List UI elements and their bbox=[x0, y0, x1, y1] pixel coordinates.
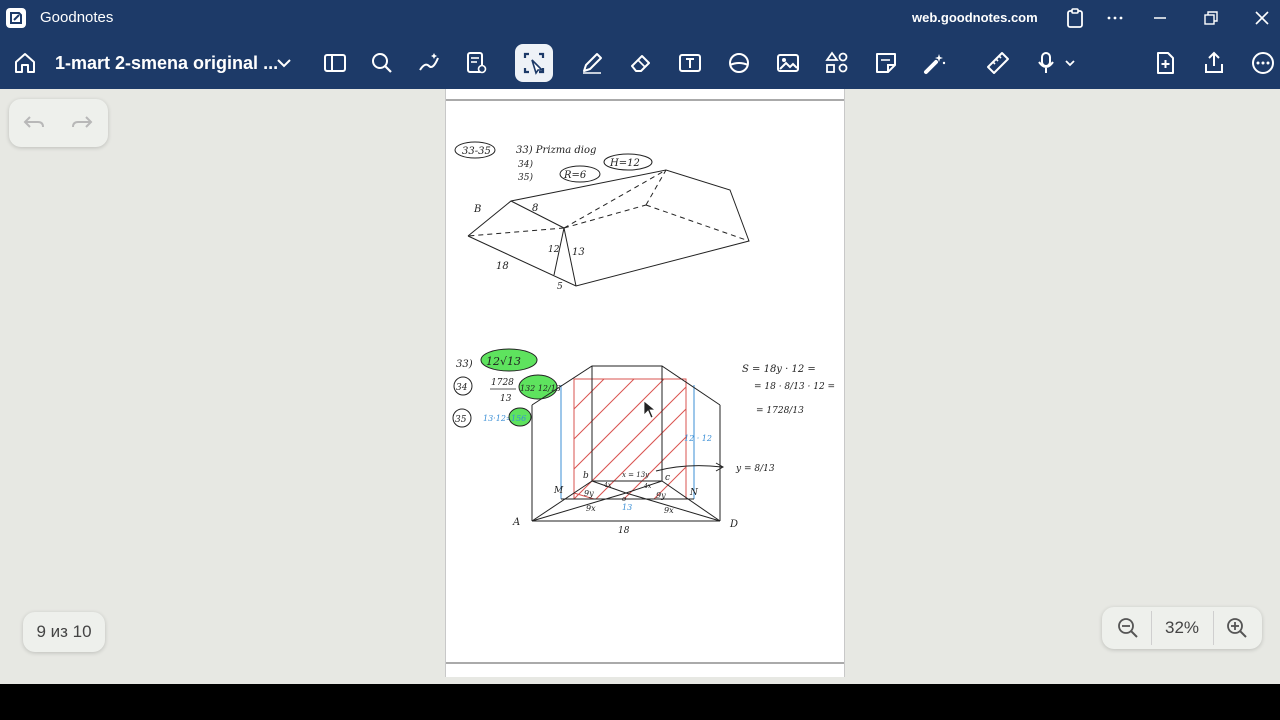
note-A: A bbox=[512, 517, 520, 528]
note-9x-right: 9x bbox=[664, 506, 674, 515]
note-eighteen-bottom: 18 bbox=[618, 526, 630, 536]
note-c: c bbox=[665, 473, 670, 483]
note-o: o bbox=[622, 495, 626, 503]
note-item35: 35) bbox=[518, 172, 533, 183]
note-4x-left: 4x bbox=[603, 482, 612, 489]
site-url: web.goodnotes.com bbox=[912, 10, 1038, 25]
elements-icon[interactable] bbox=[819, 45, 855, 81]
audio-record-icon[interactable] bbox=[1030, 45, 1082, 81]
lasso-icon[interactable] bbox=[515, 44, 553, 82]
close-icon[interactable] bbox=[1247, 6, 1277, 30]
note-M: M bbox=[553, 486, 564, 496]
note-9y-right: 9y bbox=[656, 491, 666, 500]
note-range: 33-35 bbox=[462, 146, 491, 157]
zoom-level[interactable]: 32% bbox=[1152, 618, 1212, 638]
note-thirteen-bottom: 13 bbox=[622, 503, 632, 512]
ruler-icon[interactable] bbox=[980, 45, 1016, 81]
note-b: b bbox=[583, 471, 589, 481]
share-icon[interactable] bbox=[1196, 45, 1232, 81]
app-name: Goodnotes bbox=[40, 9, 114, 26]
note-9y-left: 9y bbox=[584, 489, 594, 498]
more-icon[interactable] bbox=[1245, 45, 1280, 81]
text-icon[interactable] bbox=[672, 45, 708, 81]
eraser-icon[interactable] bbox=[623, 45, 659, 81]
zoom-in-icon[interactable] bbox=[1225, 616, 1249, 640]
note-f35: 13·12= bbox=[483, 414, 513, 423]
note-s-line1: S = 18y · 12 = bbox=[742, 364, 816, 375]
note-f34-num: 1728 bbox=[491, 378, 514, 388]
chevron-down-icon[interactable] bbox=[266, 45, 302, 81]
clipboard-icon[interactable] bbox=[1060, 6, 1090, 30]
note-s-line3: = 1728/13 bbox=[756, 406, 804, 416]
note-thirteen: 13 bbox=[572, 247, 585, 258]
document-title[interactable]: 1-mart 2-smena original ... bbox=[55, 53, 278, 74]
note-five: 5 bbox=[557, 282, 563, 292]
canvas-area[interactable]: 33-35 33) Prizma diog 34) 35) R=6 H=12 B bbox=[0, 89, 1280, 684]
zoom-separator bbox=[1213, 611, 1214, 645]
goodnotes-logo-icon bbox=[6, 8, 26, 28]
notebook-page[interactable]: 33-35 33) Prizma diog 34) 35) R=6 H=12 B bbox=[445, 89, 845, 677]
search-icon[interactable] bbox=[364, 45, 400, 81]
zoom-out-icon[interactable] bbox=[1116, 616, 1140, 640]
add-page-icon[interactable] bbox=[1147, 45, 1183, 81]
note-N: N bbox=[689, 488, 699, 498]
sidebar-icon[interactable] bbox=[317, 45, 353, 81]
bottom-black-bar bbox=[0, 684, 1280, 720]
note-x-eq: x = 13y bbox=[622, 471, 650, 479]
note-r: R=6 bbox=[563, 170, 587, 181]
note-9x-left: 9x bbox=[586, 504, 596, 513]
note-n34: 34 bbox=[456, 383, 468, 393]
note-label-1212: 12 · 12 bbox=[684, 434, 712, 443]
note-eight: 8 bbox=[532, 203, 538, 214]
note-item34: 34) bbox=[518, 159, 533, 170]
read-only-icon[interactable] bbox=[458, 45, 494, 81]
note-a35: 156 bbox=[511, 414, 526, 423]
laser-pointer-icon[interactable] bbox=[917, 45, 953, 81]
note-twelve: 12 bbox=[548, 245, 560, 255]
zoom-control: 32% bbox=[1102, 607, 1262, 649]
sticky-note-icon[interactable] bbox=[868, 45, 904, 81]
undo-icon[interactable] bbox=[21, 111, 47, 135]
note-h: H=12 bbox=[609, 158, 640, 169]
note-s-line2: = 18 · 8/13 · 12 = bbox=[754, 382, 835, 392]
pen-icon[interactable] bbox=[574, 45, 610, 81]
main-toolbar: 1-mart 2-smena original ... bbox=[0, 36, 1280, 89]
note-n33: 33) bbox=[456, 359, 473, 370]
magic-pen-icon[interactable] bbox=[411, 45, 447, 81]
note-eighteen: 18 bbox=[496, 261, 509, 272]
home-icon[interactable] bbox=[7, 45, 43, 81]
handwritten-notes: 33-35 33) Prizma diog 34) 35) R=6 H=12 B bbox=[452, 141, 835, 536]
note-4x-right: 4x bbox=[643, 483, 652, 490]
image-icon[interactable] bbox=[770, 45, 806, 81]
redo-icon[interactable] bbox=[69, 111, 95, 135]
undo-redo-group bbox=[9, 99, 108, 147]
shapes-icon[interactable] bbox=[721, 45, 757, 81]
page-indicator[interactable]: 9 из 10 bbox=[23, 612, 105, 652]
more-horizontal-icon[interactable] bbox=[1100, 6, 1130, 30]
note-f34-den: 13 bbox=[500, 394, 512, 404]
note-n35: 35 bbox=[455, 415, 467, 425]
restore-icon[interactable] bbox=[1196, 6, 1226, 30]
note-a33: 12√13 bbox=[486, 355, 521, 368]
note-b-label: B bbox=[473, 204, 481, 215]
note-y-eq: y = 8/13 bbox=[735, 464, 775, 474]
window-titlebar: Goodnotes web.goodnotes.com bbox=[0, 0, 1280, 36]
mouse-cursor-icon bbox=[643, 400, 657, 419]
note-a34: 132 12/13 bbox=[520, 384, 561, 393]
note-title: 33) Prizma diog bbox=[516, 145, 596, 156]
minimize-icon[interactable] bbox=[1145, 6, 1175, 30]
note-D: D bbox=[729, 519, 738, 530]
